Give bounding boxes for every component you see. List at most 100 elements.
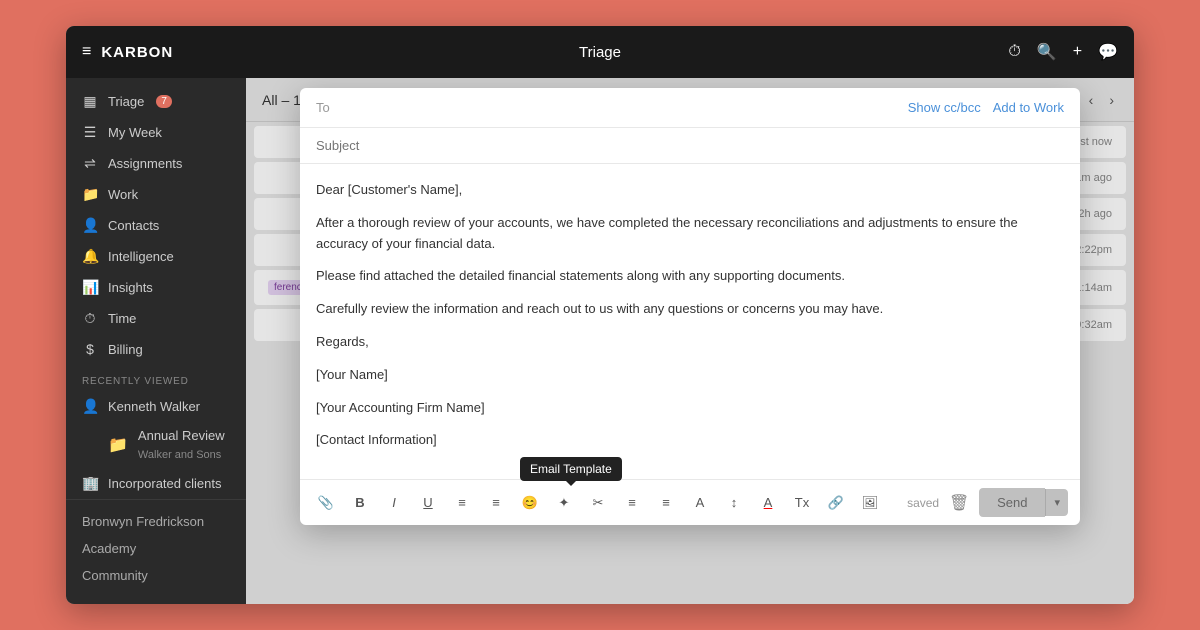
template-button[interactable]: ✦ bbox=[550, 489, 578, 517]
show-cc-bcc-link[interactable]: Show cc/bcc bbox=[908, 100, 981, 115]
sidebar-item-intelligence[interactable]: 🔔 Intelligence bbox=[66, 241, 246, 272]
sidebar-item-time[interactable]: ⏱ Time bbox=[66, 303, 246, 334]
align-right-button[interactable]: ≡ bbox=[652, 489, 680, 517]
timer-icon[interactable]: ⏱ bbox=[1008, 43, 1020, 61]
intelligence-icon: 🔔 bbox=[82, 248, 98, 265]
billing-icon: $ bbox=[82, 341, 98, 357]
delete-draft-button[interactable]: 🗑 bbox=[945, 489, 973, 517]
app-logo: KARBON bbox=[101, 44, 173, 61]
bullet-list-button[interactable]: ≡ bbox=[448, 489, 476, 517]
sidebar-label-kenneth: Kenneth Walker bbox=[108, 399, 200, 414]
bronwyn-label: Bronwyn Fredrickson bbox=[82, 514, 204, 529]
topbar: ≡ KARBON Triage ⏱ 🔍 + 💬 bbox=[66, 26, 1134, 78]
annual-review-sub: Walker and Sons bbox=[138, 449, 221, 461]
work-recent-icon: 📁 bbox=[108, 435, 128, 455]
send-dropdown-button[interactable]: ▾ bbox=[1045, 489, 1068, 516]
modal-overlay: To Show cc/bcc Add to Work Dear [Custome bbox=[246, 78, 1134, 604]
sidebar-label-assignments: Assignments bbox=[108, 156, 182, 171]
attachment-button[interactable]: 📎 bbox=[312, 489, 340, 517]
sidebar-footer: Bronwyn Fredrickson Academy Community bbox=[66, 499, 246, 597]
italic-button[interactable]: I bbox=[380, 489, 408, 517]
compose-to-row: To Show cc/bcc Add to Work bbox=[300, 88, 1080, 128]
font-color-button[interactable]: A bbox=[754, 489, 782, 517]
body-firm: [Your Accounting Firm Name] bbox=[316, 398, 1064, 419]
sidebar-item-contacts[interactable]: 👤 Contacts bbox=[66, 210, 246, 241]
triage-badge: 7 bbox=[156, 95, 172, 108]
compose-body[interactable]: Dear [Customer's Name], After a thorough… bbox=[300, 164, 1080, 479]
compose-toolbar: Email Template 📎 B I U ≡ ≡ 😊 ✦ ✂ ≡ ≡ A ↕ bbox=[300, 479, 1080, 525]
saved-text: saved bbox=[907, 496, 939, 510]
academy-label: Academy bbox=[82, 541, 136, 556]
compose-header-actions: Show cc/bcc Add to Work bbox=[908, 100, 1064, 115]
org-icon: 🏢 bbox=[82, 475, 98, 492]
sidebar-footer-community[interactable]: Community bbox=[66, 562, 246, 589]
sidebar-item-kenneth-walker[interactable]: 👤 Kenneth Walker bbox=[66, 391, 246, 422]
sidebar-item-insights[interactable]: 📊 Insights bbox=[66, 272, 246, 303]
sidebar-label-incorporated: Incorporated clients bbox=[108, 476, 221, 491]
compose-subject-row bbox=[300, 128, 1080, 164]
sidebar-item-myweek[interactable]: ☰ My Week bbox=[66, 117, 246, 148]
sidebar-label-contacts: Contacts bbox=[108, 218, 159, 233]
bold-button[interactable]: B bbox=[346, 489, 374, 517]
contact-icon: 👤 bbox=[82, 398, 98, 415]
body-paragraph-1: After a thorough review of your accounts… bbox=[316, 213, 1064, 255]
send-button-group: Send ▾ bbox=[979, 488, 1068, 517]
sidebar-label-triage: Triage bbox=[108, 94, 144, 109]
sidebar-item-work[interactable]: 📁 Work bbox=[66, 179, 246, 210]
topbar-center: Triage bbox=[262, 44, 938, 61]
sidebar-label-time: Time bbox=[108, 311, 136, 326]
link-button[interactable]: 🔗 bbox=[822, 489, 850, 517]
numbered-list-button[interactable]: ≡ bbox=[482, 489, 510, 517]
subject-input[interactable] bbox=[316, 138, 1064, 153]
content-area: All – 123 ▾ 1 – 50 of 123 ‹ › Just now 2… bbox=[246, 78, 1134, 604]
email-template-tooltip: Email Template bbox=[520, 457, 622, 481]
send-button[interactable]: Send bbox=[979, 488, 1045, 517]
body-regards: Regards, bbox=[316, 332, 1064, 353]
align-left-button[interactable]: ≡ bbox=[618, 489, 646, 517]
triage-icon: ▦ bbox=[82, 93, 98, 110]
clear-format-button[interactable]: Tx bbox=[788, 489, 816, 517]
to-label: To bbox=[316, 100, 346, 115]
body-greeting: Dear [Customer's Name], bbox=[316, 180, 1064, 201]
sidebar-label-myweek: My Week bbox=[108, 125, 162, 140]
community-label: Community bbox=[82, 568, 148, 583]
add-to-work-link[interactable]: Add to Work bbox=[993, 100, 1064, 115]
work-icon: 📁 bbox=[82, 186, 98, 203]
sidebar-label-intelligence: Intelligence bbox=[108, 249, 174, 264]
compose-modal: To Show cc/bcc Add to Work Dear [Custome bbox=[300, 88, 1080, 525]
font-size-button[interactable]: A bbox=[686, 489, 714, 517]
sidebar-label-insights: Insights bbox=[108, 280, 153, 295]
sidebar: ▦ Triage 7 ☰ My Week ⇌ Assignments 📁 Wor… bbox=[66, 78, 246, 604]
underline-button[interactable]: U bbox=[414, 489, 442, 517]
contacts-icon: 👤 bbox=[82, 217, 98, 234]
main-layout: ▦ Triage 7 ☰ My Week ⇌ Assignments 📁 Wor… bbox=[66, 78, 1134, 604]
sidebar-label-billing: Billing bbox=[108, 342, 143, 357]
body-contact: [Contact Information] bbox=[316, 430, 1064, 451]
sidebar-item-assignments[interactable]: ⇌ Assignments bbox=[66, 148, 246, 179]
topbar-left: ≡ KARBON bbox=[82, 43, 262, 61]
add-icon[interactable]: + bbox=[1073, 43, 1082, 61]
sidebar-item-incorporated[interactable]: 🏢 Incorporated clients bbox=[66, 468, 246, 499]
recently-viewed-label: RECENTLY VIEWED bbox=[66, 364, 246, 391]
sidebar-footer-bronwyn[interactable]: Bronwyn Fredrickson bbox=[66, 508, 246, 535]
topbar-right: ⏱ 🔍 + 💬 bbox=[938, 42, 1118, 62]
search-icon[interactable]: 🔍 bbox=[1037, 42, 1057, 62]
chat-icon[interactable]: 💬 bbox=[1098, 42, 1118, 62]
line-height-button[interactable]: ↕ bbox=[720, 489, 748, 517]
time-icon: ⏱ bbox=[82, 310, 98, 327]
image-button[interactable]: 🖼 bbox=[856, 489, 884, 517]
emoji-button[interactable]: 😊 bbox=[516, 489, 544, 517]
body-paragraph-3: Carefully review the information and rea… bbox=[316, 299, 1064, 320]
annual-review-label: Annual Review bbox=[138, 428, 225, 443]
sidebar-footer-academy[interactable]: Academy bbox=[66, 535, 246, 562]
body-paragraph-2: Please find attached the detailed financ… bbox=[316, 266, 1064, 287]
scissors-button[interactable]: ✂ bbox=[584, 489, 612, 517]
to-input[interactable] bbox=[346, 100, 908, 115]
hamburger-icon[interactable]: ≡ bbox=[82, 43, 91, 61]
insights-icon: 📊 bbox=[82, 279, 98, 296]
sidebar-item-triage[interactable]: ▦ Triage 7 bbox=[66, 86, 246, 117]
topbar-title: Triage bbox=[579, 44, 621, 61]
body-name: [Your Name] bbox=[316, 365, 1064, 386]
sidebar-item-billing[interactable]: $ Billing bbox=[66, 334, 246, 364]
sidebar-item-annual-review[interactable]: 📁 Annual Review Walker and Sons bbox=[66, 422, 246, 468]
